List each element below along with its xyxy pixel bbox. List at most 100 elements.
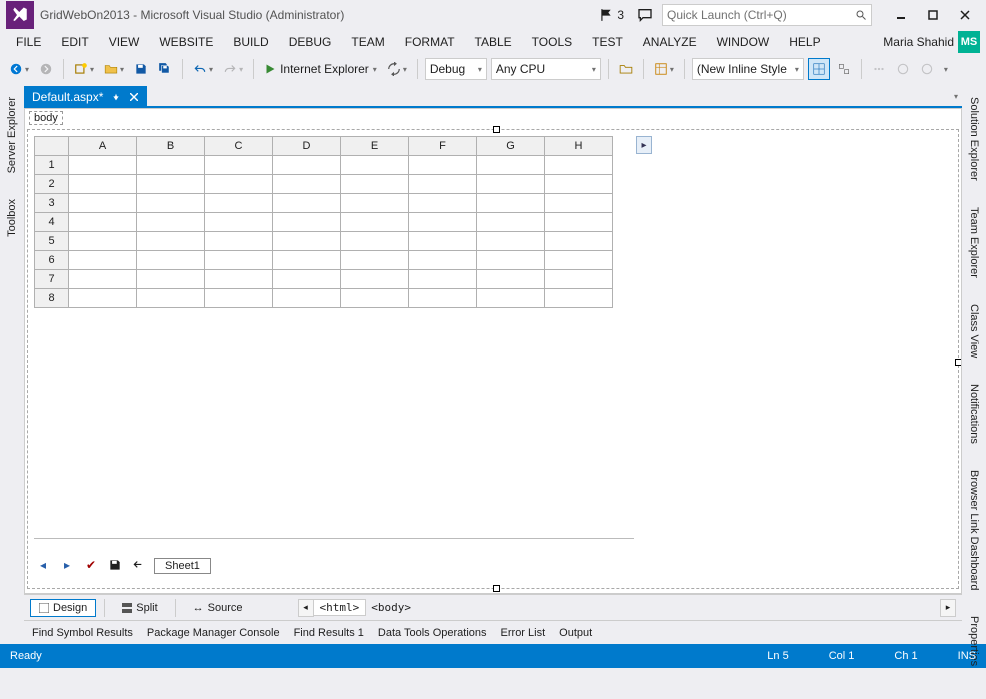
- grid-cell[interactable]: [69, 194, 137, 213]
- grid-cell[interactable]: [409, 194, 477, 213]
- show-grid-button[interactable]: [808, 58, 830, 80]
- grid-cell[interactable]: [69, 156, 137, 175]
- browser-link-refresh-button[interactable]: ▾: [384, 58, 410, 80]
- extra-tool-2[interactable]: [893, 58, 913, 80]
- grid-cell[interactable]: [341, 194, 409, 213]
- grid-cell[interactable]: [69, 232, 137, 251]
- restore-button[interactable]: [918, 4, 948, 26]
- grid-cell[interactable]: [477, 213, 545, 232]
- grid-cell[interactable]: [341, 270, 409, 289]
- grid-cell[interactable]: [273, 232, 341, 251]
- quick-launch-box[interactable]: Quick Launch (Ctrl+Q): [662, 4, 872, 26]
- menu-view[interactable]: VIEW: [99, 32, 150, 52]
- breadcrumb-body[interactable]: <body>: [365, 600, 417, 615]
- grid-cell[interactable]: [137, 289, 205, 308]
- team-explorer-tab[interactable]: Team Explorer: [965, 198, 983, 287]
- nav-forward-button[interactable]: [36, 58, 56, 80]
- undo-button[interactable]: ▾: [190, 58, 216, 80]
- menu-format[interactable]: FORMAT: [395, 32, 465, 52]
- grid-cell[interactable]: [477, 232, 545, 251]
- grid-cell[interactable]: [409, 289, 477, 308]
- column-header[interactable]: H: [545, 137, 613, 156]
- notification-flag[interactable]: 3: [599, 8, 624, 22]
- grid-cell[interactable]: [273, 213, 341, 232]
- source-view-button[interactable]: ↔ Source: [184, 599, 252, 617]
- design-view-button[interactable]: Design: [30, 599, 96, 617]
- grid-cell[interactable]: [477, 175, 545, 194]
- commit-button[interactable]: ✔: [82, 556, 100, 574]
- save-all-button[interactable]: [155, 58, 175, 80]
- row-header[interactable]: 1: [35, 156, 69, 175]
- grid-cell[interactable]: [69, 213, 137, 232]
- config-dropdown[interactable]: Debug▾: [425, 58, 487, 80]
- grid-corner[interactable]: [35, 137, 69, 156]
- grid-cell[interactable]: [273, 289, 341, 308]
- solution-explorer-tab[interactable]: Solution Explorer: [965, 88, 983, 190]
- grid-cell[interactable]: [205, 156, 273, 175]
- column-header[interactable]: D: [273, 137, 341, 156]
- grid-cell[interactable]: [545, 289, 613, 308]
- menu-table[interactable]: TABLE: [465, 32, 522, 52]
- panel-find-results[interactable]: Find Results 1: [294, 627, 364, 639]
- style-dropdown[interactable]: (New Inline Style▾: [692, 58, 804, 80]
- panel-error-list[interactable]: Error List: [501, 627, 546, 639]
- class-view-tab[interactable]: Class View: [965, 295, 983, 367]
- undo-grid-button[interactable]: [130, 556, 148, 574]
- menu-analyze[interactable]: ANALYZE: [633, 32, 707, 52]
- breadcrumb-prev-button[interactable]: ◂: [298, 599, 314, 617]
- close-button[interactable]: [950, 4, 980, 26]
- grid-cell[interactable]: [69, 289, 137, 308]
- row-header[interactable]: 8: [35, 289, 69, 308]
- signed-in-user[interactable]: Maria Shahid: [883, 35, 958, 49]
- start-debug-button[interactable]: Internet Explorer ▾: [261, 58, 380, 80]
- breadcrumb-html[interactable]: <html>: [313, 599, 367, 616]
- next-sheet-button[interactable]: ▸: [58, 556, 76, 574]
- nav-back-button[interactable]: ▾: [6, 58, 32, 80]
- grid-cell[interactable]: [545, 194, 613, 213]
- grid-cell[interactable]: [409, 156, 477, 175]
- design-surface[interactable]: body ABCDEFGH 12345678 ▸ ◂ ▸ ✔: [24, 108, 962, 594]
- grid-cell[interactable]: [69, 270, 137, 289]
- panel-data-tools[interactable]: Data Tools Operations: [378, 627, 487, 639]
- active-files-dropdown[interactable]: ▾: [950, 86, 962, 108]
- grid-control[interactable]: ABCDEFGH 12345678 ▸ ◂ ▸ ✔ Sheet1: [27, 129, 959, 589]
- menu-file[interactable]: FILE: [6, 32, 51, 52]
- column-header[interactable]: F: [409, 137, 477, 156]
- breadcrumb-next-button[interactable]: ▸: [940, 599, 956, 617]
- grid-cell[interactable]: [477, 289, 545, 308]
- snap-button[interactable]: [834, 58, 854, 80]
- grid-cell[interactable]: [477, 270, 545, 289]
- grid-cell[interactable]: [545, 156, 613, 175]
- document-tab[interactable]: Default.aspx*: [24, 86, 147, 108]
- feedback-button[interactable]: [634, 4, 656, 26]
- toolbox-tab[interactable]: Toolbox: [3, 190, 21, 246]
- new-folder-button[interactable]: [616, 58, 636, 80]
- grid-cell[interactable]: [409, 175, 477, 194]
- menu-test[interactable]: TEST: [582, 32, 633, 52]
- grid-cell[interactable]: [137, 194, 205, 213]
- grid-cell[interactable]: [273, 251, 341, 270]
- grid-cell[interactable]: [545, 175, 613, 194]
- grid-cell[interactable]: [545, 232, 613, 251]
- new-project-button[interactable]: ▾: [71, 58, 97, 80]
- grid-cell[interactable]: [205, 232, 273, 251]
- menu-tools[interactable]: TOOLS: [522, 32, 582, 52]
- grid-cell[interactable]: [273, 194, 341, 213]
- grid-cell[interactable]: [205, 175, 273, 194]
- properties-tab[interactable]: Properties: [965, 607, 983, 675]
- grid-cell[interactable]: [69, 175, 137, 194]
- grid-cell[interactable]: [341, 251, 409, 270]
- notifications-tab[interactable]: Notifications: [965, 375, 983, 453]
- row-header[interactable]: 3: [35, 194, 69, 213]
- grid-cell[interactable]: [341, 156, 409, 175]
- grid-cell[interactable]: [341, 213, 409, 232]
- menu-debug[interactable]: DEBUG: [279, 32, 342, 52]
- grid-cell[interactable]: [137, 251, 205, 270]
- grid-cell[interactable]: [545, 213, 613, 232]
- grid-cell[interactable]: [205, 270, 273, 289]
- toolbar-overflow[interactable]: ▾: [941, 58, 951, 80]
- row-header[interactable]: 7: [35, 270, 69, 289]
- grid-cell[interactable]: [273, 270, 341, 289]
- grid-cell[interactable]: [205, 213, 273, 232]
- column-header[interactable]: E: [341, 137, 409, 156]
